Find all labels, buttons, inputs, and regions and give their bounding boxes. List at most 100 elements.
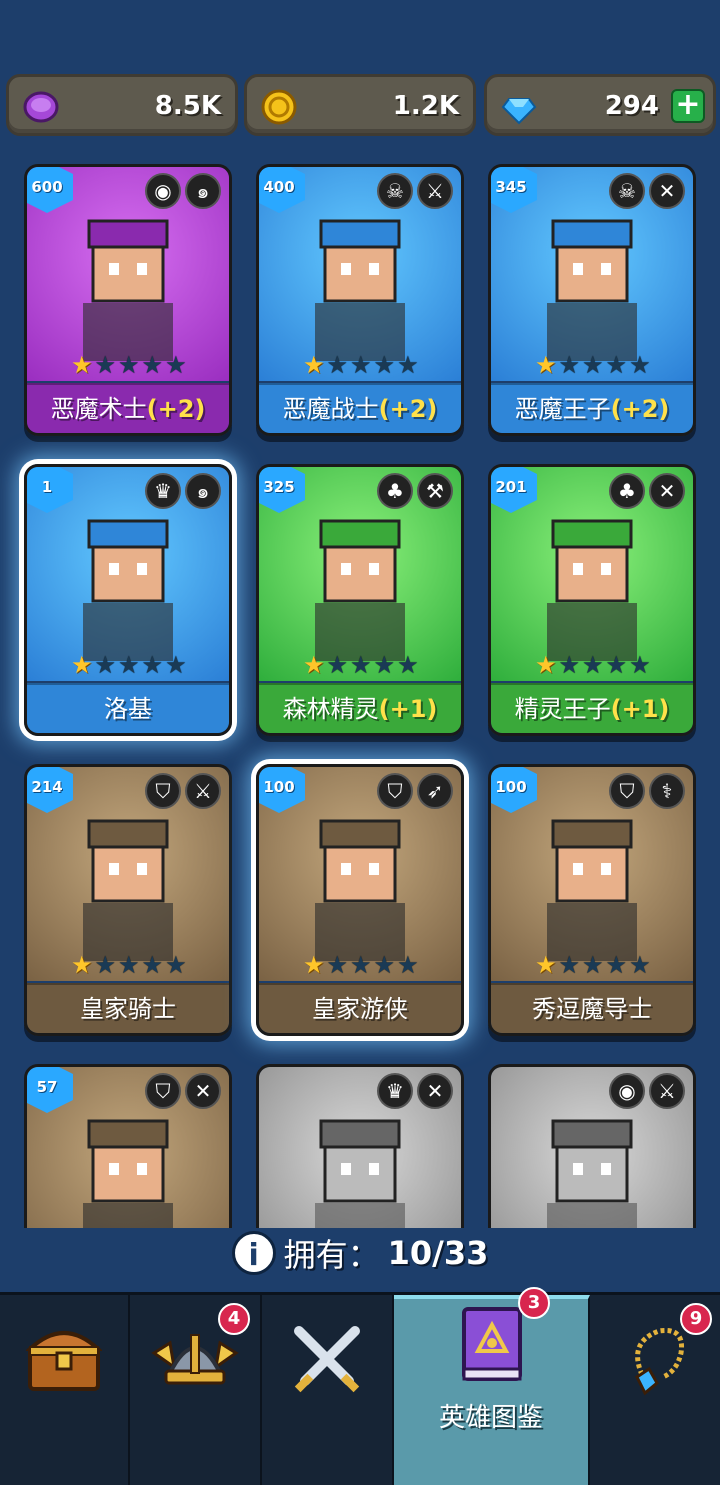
gem-counter: 294 + xyxy=(484,74,716,136)
crossed-swords-icon xyxy=(294,1326,360,1393)
star-empty-icon: ★ xyxy=(326,351,349,379)
hero-name-bar: 秀逗魔导士 xyxy=(491,983,693,1033)
star-filled-icon: ★ xyxy=(71,351,93,379)
swirl-icon: ๑ xyxy=(185,173,221,209)
nav-equipment[interactable]: 9 xyxy=(590,1295,720,1485)
nav-heroes[interactable]: 4 xyxy=(130,1295,262,1485)
hero-star-rating: ★ ★ ★ ★ ★ xyxy=(71,353,187,379)
star-empty-icon: ★ xyxy=(373,351,396,379)
star-empty-icon: ★ xyxy=(582,651,604,679)
dagger-icon: ✕ xyxy=(417,1073,453,1109)
hero-card[interactable]: ◉ ⚔ xyxy=(488,1064,696,1228)
sword-icon: ⚔ xyxy=(185,773,221,809)
hero-figure xyxy=(83,819,173,961)
hero-figure xyxy=(83,519,173,661)
hero-name-bar: 恶魔王子(+2) xyxy=(491,383,693,433)
winged-helm-icon: ♛ xyxy=(377,1073,413,1109)
gold-coin-icon xyxy=(261,89,297,125)
info-icon[interactable]: i xyxy=(231,1231,276,1275)
treasure-chest-icon xyxy=(26,1331,102,1391)
nav-shop[interactable] xyxy=(0,1295,130,1485)
hero-card[interactable]: ♛ ✕ xyxy=(256,1064,464,1228)
elf-icon: ♣ xyxy=(377,473,413,509)
dagger-icon: ✕ xyxy=(649,473,685,509)
gold-coin-value: 1.2K xyxy=(392,91,459,121)
star-empty-icon: ★ xyxy=(165,351,187,379)
star-empty-icon: ★ xyxy=(94,951,117,979)
hero-name: 洛基 xyxy=(104,695,152,723)
hero-name: 精灵王子 xyxy=(514,695,611,723)
hero-star-rating: ★ ★ ★ ★ ★ xyxy=(535,953,651,979)
hero-card[interactable]: 214 ⛉ ⚔ ★ ★ ★ ★ ★ 皇家骑士 xyxy=(24,764,232,1036)
hero-figure xyxy=(547,1119,637,1228)
star-empty-icon: ★ xyxy=(350,351,372,379)
hero-figure xyxy=(315,1119,405,1228)
hero-name-bar: 恶魔战士(+2) xyxy=(259,383,461,433)
star-filled-icon: ★ xyxy=(71,951,93,979)
hero-star-rating: ★ ★ ★ ★ ★ xyxy=(303,353,419,379)
hero-card[interactable]: 325 ♣ ⚒ ★ ★ ★ ★ ★ 森林精灵(+1) xyxy=(256,464,464,736)
hero-name: 恶魔术士 xyxy=(50,395,147,423)
star-empty-icon: ★ xyxy=(141,951,164,979)
cyclops-icon: ◉ xyxy=(609,1073,645,1109)
star-empty-icon: ★ xyxy=(118,951,140,979)
nav-battle[interactable] xyxy=(262,1295,394,1485)
hero-name: 秀逗魔导士 xyxy=(532,995,652,1023)
blue-gem-icon xyxy=(501,98,537,125)
star-empty-icon: ★ xyxy=(629,651,651,679)
star-empty-icon: ★ xyxy=(373,651,396,679)
star-empty-icon: ★ xyxy=(558,351,581,379)
hero-card[interactable]: 57 ⛉ ✕ xyxy=(24,1064,232,1228)
hero-bonus: (+2) xyxy=(378,395,438,423)
hero-star-rating: ★ ★ ★ ★ ★ xyxy=(535,653,651,679)
add-gems-button[interactable]: + xyxy=(671,89,705,123)
amulet-icon xyxy=(635,1327,685,1396)
star-empty-icon: ★ xyxy=(141,351,164,379)
resource-bar: 8.5K 1.2K 294 + xyxy=(0,74,720,136)
hero-card[interactable]: 345 ☠ ✕ ★ ★ ★ ★ ★ 恶魔王子(+2) xyxy=(488,164,696,436)
hero-card[interactable]: 100 ⛉ ➶ ★ ★ ★ ★ ★ 皇家游侠 xyxy=(256,764,464,1036)
hammer-icon: ⚒ xyxy=(417,473,453,509)
star-filled-icon: ★ xyxy=(303,651,325,679)
star-empty-icon: ★ xyxy=(94,651,117,679)
star-empty-icon: ★ xyxy=(582,951,604,979)
hero-figure xyxy=(315,519,405,661)
star-empty-icon: ★ xyxy=(397,351,419,379)
star-empty-icon: ★ xyxy=(558,951,581,979)
nav-hero-book-badge: 3 xyxy=(518,1287,550,1319)
gem-value: 294 xyxy=(604,91,659,121)
hero-star-rating: ★ ★ ★ ★ ★ xyxy=(71,953,187,979)
hero-card[interactable]: 400 ☠ ⚔ ★ ★ ★ ★ ★ 恶魔战士(+2) xyxy=(256,164,464,436)
hero-card[interactable]: 600 ◉ ๑ ★ ★ ★ ★ ★ 恶魔术士(+2) xyxy=(24,164,232,436)
hero-card[interactable]: 1 ♛ ๑ ★ ★ ★ ★ ★ 洛基 xyxy=(24,464,232,736)
hero-name-bar: 精灵王子(+1) xyxy=(491,683,693,733)
hero-grid: 600 ◉ ๑ ★ ★ ★ ★ ★ 恶魔术士(+2) 400 ☠ ⚔ ★ ★ ★ ★ ★ 恶魔战士(+2) 345 ☠… xyxy=(0,158,720,1228)
star-empty-icon: ★ xyxy=(629,351,651,379)
nav-hero-book[interactable]: 3 英雄图鉴 xyxy=(394,1287,590,1485)
star-empty-icon: ★ xyxy=(141,651,164,679)
bow-icon: ➶ xyxy=(417,773,453,809)
skull-helm-icon: ☠ xyxy=(609,173,645,209)
hero-bonus: (+2) xyxy=(610,395,670,423)
star-empty-icon: ★ xyxy=(558,651,581,679)
hero-star-rating: ★ ★ ★ ★ ★ xyxy=(303,653,419,679)
star-filled-icon: ★ xyxy=(535,351,557,379)
star-empty-icon: ★ xyxy=(118,351,140,379)
star-empty-icon: ★ xyxy=(118,651,140,679)
hero-card[interactable]: 201 ♣ ✕ ★ ★ ★ ★ ★ 精灵王子(+1) xyxy=(488,464,696,736)
hero-card[interactable]: 100 ⛉ ⚕ ★ ★ ★ ★ ★ 秀逗魔导士 xyxy=(488,764,696,1036)
hero-book-icon xyxy=(462,1307,522,1381)
star-filled-icon: ★ xyxy=(303,951,325,979)
swirl-icon: ๑ xyxy=(185,473,221,509)
star-empty-icon: ★ xyxy=(350,951,372,979)
hero-bonus: (+2) xyxy=(146,395,206,423)
star-filled-icon: ★ xyxy=(535,651,557,679)
hero-figure xyxy=(315,219,405,361)
hero-figure xyxy=(83,1119,173,1228)
knight-helm-icon: ⛉ xyxy=(377,773,413,809)
knight-helm-icon: ⛉ xyxy=(145,1073,181,1109)
star-filled-icon: ★ xyxy=(303,351,325,379)
knight-helm-icon: ⛉ xyxy=(609,773,645,809)
hero-name-bar: 恶魔术士(+2) xyxy=(27,383,229,433)
hero-bonus: (+1) xyxy=(610,695,670,723)
